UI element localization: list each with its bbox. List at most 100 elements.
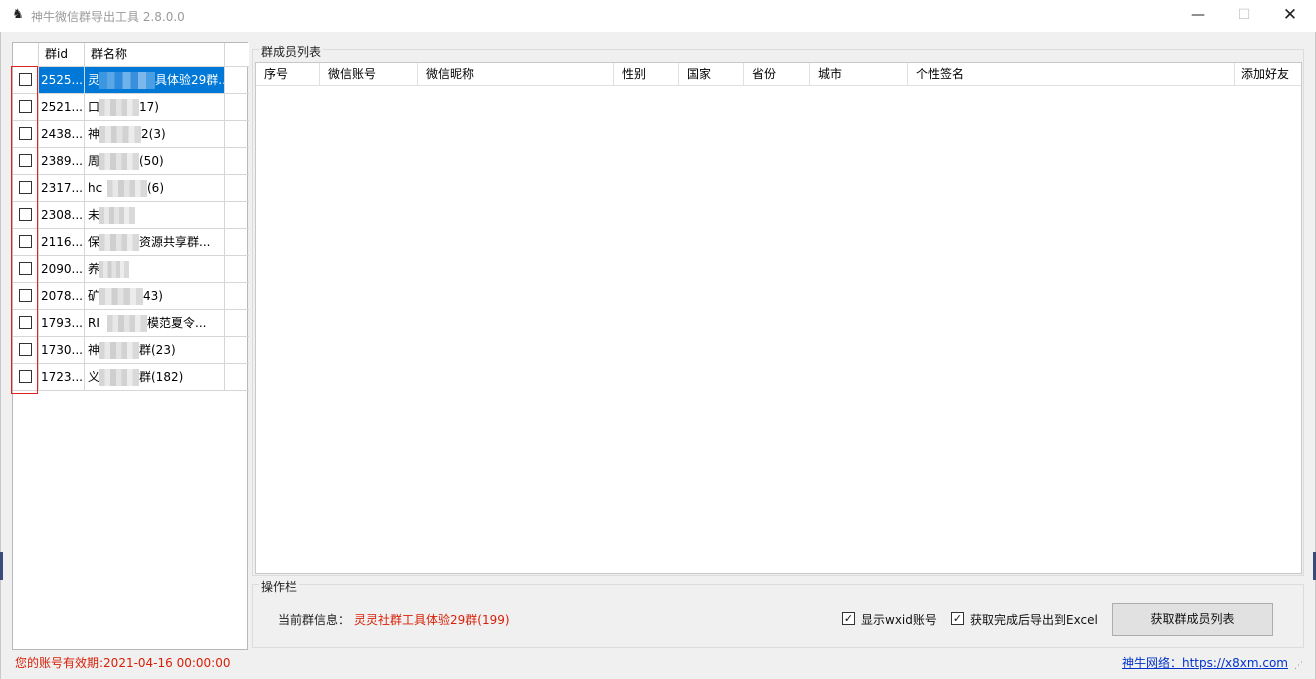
group-id-cell: 2317... [39, 175, 85, 201]
group-name-suffix: (50) [139, 154, 164, 168]
group-name-suffix: 模范夏令... [147, 316, 207, 330]
group-name-cell: RI 模范夏令... [85, 310, 225, 336]
group-name-suffix: 43) [143, 289, 163, 303]
group-name-cell: 矿 43) [85, 283, 225, 309]
redacted-mask [107, 180, 147, 197]
group-id-cell: 2438... [39, 121, 85, 147]
group-name-cell: 未 [85, 202, 225, 228]
group-name-cell: 义群(182) [85, 364, 225, 390]
header-check-column [13, 43, 39, 66]
close-button[interactable]: ✕ [1267, 0, 1313, 30]
col-country[interactable]: 国家 [679, 63, 744, 86]
current-group-label: 当前群信息： [278, 613, 351, 627]
group-list[interactable]: 群id 群名称 2525... 灵具体验29群... 2521... 口 17) 2438… [12, 42, 249, 650]
group-name-prefix: hc [88, 181, 103, 195]
group-list-header: 群id 群名称 [13, 43, 249, 67]
redacted-mask [99, 126, 141, 143]
group-id-cell: 1723... [39, 364, 85, 390]
group-id-cell: 2521... [39, 94, 85, 120]
account-expiry: 您的账号有效期:2021-04-16 00:00:00 [15, 656, 231, 670]
group-name-suffix: 资源共享群... [139, 235, 211, 249]
col-wechat-account[interactable]: 微信账号 [320, 63, 418, 86]
col-province[interactable]: 省份 [744, 63, 810, 86]
row-tail-cell [225, 202, 249, 228]
group-name-cell: 口 17) [85, 94, 225, 120]
redacted-mask [99, 72, 155, 89]
group-row[interactable]: 2308... 未 [13, 202, 249, 229]
maximize-button[interactable]: ☐ [1221, 0, 1267, 30]
current-group-value: 灵灵社群工具体验29群(199) [354, 613, 510, 627]
highlight-box [11, 66, 38, 394]
group-id-cell: 2078... [39, 283, 85, 309]
minimize-button[interactable]: — [1175, 0, 1221, 30]
member-list[interactable]: 序号 微信账号 微信昵称 性别 国家 省份 城市 个性签名 添加好友 [255, 62, 1302, 574]
group-name-cell: 周 (50) [85, 148, 225, 174]
group-name-suffix: 17) [139, 100, 159, 114]
group-row[interactable]: 2317... hc (6) [13, 175, 249, 202]
group-id-cell: 1793... [39, 310, 85, 336]
export-excel-checkbox[interactable]: ✓ [951, 612, 964, 625]
title-bar: ♞ 神牛微信群导出工具 2.8.0.0 — ☐ ✕ [0, 0, 1316, 32]
group-id-cell: 2116... [39, 229, 85, 255]
group-name-suffix: 2(3) [141, 127, 166, 141]
redacted-mask [99, 234, 139, 251]
header-group-name[interactable]: 群名称 [85, 43, 225, 66]
row-tail-cell [225, 256, 249, 282]
redacted-mask [107, 315, 147, 332]
export-excel-label[interactable]: 获取完成后导出到Excel [970, 611, 1098, 628]
show-wxid-label[interactable]: 显示wxid账号 [861, 611, 937, 628]
row-tail-cell [225, 67, 249, 93]
row-tail-cell [225, 94, 249, 120]
group-name-cell: hc (6) [85, 175, 225, 201]
group-row[interactable]: 2438... 神 2(3) [13, 121, 249, 148]
header-group-id[interactable]: 群id [39, 43, 85, 66]
group-row[interactable]: 2116... 保资源共享群... [13, 229, 249, 256]
row-tail-cell [225, 283, 249, 309]
col-index[interactable]: 序号 [256, 63, 320, 86]
row-tail-cell [225, 364, 249, 390]
group-id-cell: 2308... [39, 202, 85, 228]
row-tail-cell [225, 148, 249, 174]
fetch-members-button[interactable]: 获取群成员列表 [1112, 603, 1273, 636]
group-name-suffix: 群(23) [139, 343, 176, 357]
redacted-mask [99, 261, 129, 278]
group-id-cell: 1730... [39, 337, 85, 363]
group-row[interactable]: 2090... 养 [13, 256, 249, 283]
group-id-cell: 2525... [39, 67, 85, 93]
redacted-mask [99, 369, 139, 386]
group-row[interactable]: 2389... 周 (50) [13, 148, 249, 175]
group-name-cell: 神 2(3) [85, 121, 225, 147]
redacted-mask [99, 342, 139, 359]
group-row[interactable]: 2525... 灵具体验29群... [13, 67, 249, 94]
group-id-cell: 2389... [39, 148, 85, 174]
col-city[interactable]: 城市 [810, 63, 908, 86]
operations-groupbox-title: 操作栏 [259, 578, 300, 595]
resize-grip-icon[interactable]: ⋰ [1294, 660, 1306, 672]
group-name-cell: 灵具体验29群... [85, 67, 225, 93]
show-wxid-checkbox[interactable]: ✓ [842, 612, 855, 625]
group-name-prefix: RI [88, 316, 100, 330]
row-tail-cell [225, 337, 249, 363]
group-row[interactable]: 1723... 义群(182) [13, 364, 249, 391]
group-name-suffix: 具体验29群... [155, 73, 225, 87]
group-name-cell: 神群(23) [85, 337, 225, 363]
col-add-friend[interactable]: 添加好友 [1235, 63, 1301, 86]
group-name-suffix: 群(182) [139, 370, 184, 384]
group-id-cell: 2090... [39, 256, 85, 282]
website-link[interactable]: 神牛网络：https://x8xm.com [1122, 654, 1288, 671]
bull-icon: ♞ [12, 7, 24, 22]
col-gender[interactable]: 性别 [614, 63, 679, 86]
row-tail-cell [225, 229, 249, 255]
row-tail-cell [225, 310, 249, 336]
group-row[interactable]: 1793... RI 模范夏令... [13, 310, 249, 337]
left-edge-mark [0, 552, 3, 580]
group-row[interactable]: 2078... 矿 43) [13, 283, 249, 310]
col-signature[interactable]: 个性签名 [908, 63, 1235, 86]
redacted-mask [99, 207, 135, 224]
group-row[interactable]: 1730... 神群(23) [13, 337, 249, 364]
group-name-suffix: (6) [147, 181, 164, 195]
group-name-cell: 保资源共享群... [85, 229, 225, 255]
col-nickname[interactable]: 微信昵称 [418, 63, 614, 86]
window-title: 神牛微信群导出工具 2.8.0.0 [31, 10, 185, 24]
group-row[interactable]: 2521... 口 17) [13, 94, 249, 121]
